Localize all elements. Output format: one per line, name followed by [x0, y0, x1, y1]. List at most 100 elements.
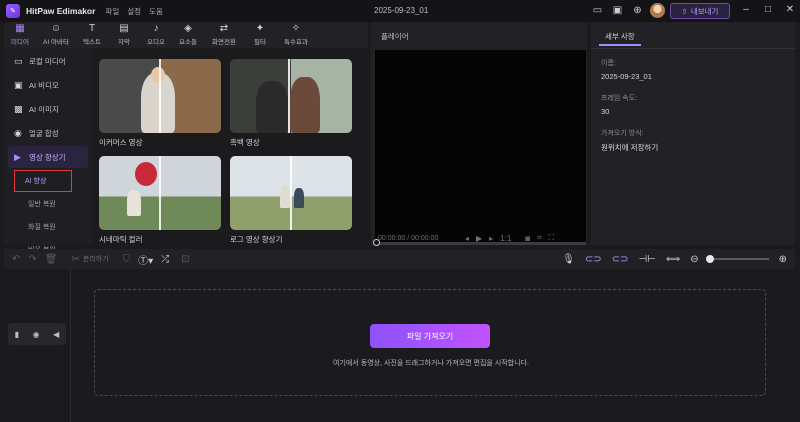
fullscreen-icon[interactable]: ⛶: [549, 233, 555, 243]
maximize-icon[interactable]: □: [762, 4, 774, 15]
thumbnail-figure: [294, 188, 304, 208]
tab-text-label: 텍스트: [83, 39, 101, 46]
split-label[interactable]: 분리하기: [83, 254, 109, 264]
zoom-knob[interactable]: [705, 255, 714, 263]
tab-filter-label: 필터: [254, 39, 266, 46]
tab-transition-label: 화면전환: [212, 39, 236, 46]
tab-subtitle[interactable]: ▤ 자막: [108, 22, 140, 48]
nav-face-swap[interactable]: ◉ 얼굴 합성: [8, 122, 88, 144]
card-label: 이커머스 영상: [99, 138, 143, 147]
link-icon[interactable]: ⊂⊃: [612, 254, 629, 265]
sub-item-general-restore[interactable]: 일반 복원: [22, 193, 88, 215]
speed-selector[interactable]: 1:1: [500, 234, 511, 243]
detail-import-mode-label: 가져오기 방식:: [601, 130, 644, 137]
menu-help[interactable]: 도움: [149, 6, 163, 17]
nav-local-media[interactable]: ▭ 로컬 미디어: [8, 50, 88, 72]
enhancer-icon: ▶: [14, 151, 21, 162]
tab-effects[interactable]: ✧ 특수효과: [276, 22, 316, 48]
delete-icon[interactable]: 🗑: [45, 254, 58, 265]
microphone-icon[interactable]: 🎙: [562, 254, 575, 265]
player-screen[interactable]: [375, 50, 586, 242]
card-label: 로그 영상 향상기: [230, 235, 283, 244]
tab-media[interactable]: ▦ 미디어: [4, 22, 36, 48]
nav-ai-image[interactable]: ▩ AI 이미지: [8, 98, 88, 120]
crop-icon[interactable]: ⤮: [161, 254, 169, 265]
track-lock-icon[interactable]: ▮: [15, 330, 19, 339]
nav-ai-video[interactable]: ▣ AI 비디오: [8, 74, 88, 96]
timeline-body: ▮ ◉ ◀ 파일 가져오기 여기에서 동영상, 사진을 드래그하거나 가져오면 …: [4, 269, 795, 422]
nav-ai-video-label: AI 비디오: [29, 80, 59, 90]
menu-settings[interactable]: 설정: [127, 6, 141, 17]
app-name: HitPaw Edimakor: [26, 6, 96, 16]
feedback-icon[interactable]: ▭: [590, 3, 605, 18]
detail-frame-rate-value: 30: [601, 107, 610, 116]
scissors-icon[interactable]: ✂: [71, 254, 79, 265]
thumbnail-figure: [290, 77, 320, 133]
tab-ai-avatar-label: AI 아바타: [43, 39, 69, 46]
timeline-right-tools: 🎙 ⊂⊃ ⊂⊃ ⊣⊢ ⟺ ⊖ ⊕: [562, 249, 787, 269]
tab-subtitle-label: 자막: [118, 39, 130, 46]
text-icon: T: [88, 23, 96, 34]
fit-icon[interactable]: ⌗: [537, 233, 542, 243]
tab-effects-label: 특수효과: [284, 39, 308, 46]
media-card[interactable]: 시네마틱 컬러: [99, 156, 221, 245]
snapshot-icon[interactable]: ◙: [525, 234, 530, 243]
tab-elements[interactable]: ◈ 요소들: [172, 22, 204, 48]
thumbnail-split: [159, 156, 161, 230]
card-thumbnail: [99, 156, 221, 230]
prev-frame-icon[interactable]: ◂: [465, 234, 469, 243]
close-icon[interactable]: ✕: [784, 4, 796, 15]
tab-transition[interactable]: ⇄ 화면전환: [204, 22, 244, 48]
sub-item-ai-enhance[interactable]: AI 향상: [14, 170, 72, 192]
nav-video-enhancer[interactable]: ▶ 영상 향상기: [8, 146, 88, 168]
track-header: ▮ ◉ ◀: [8, 323, 66, 345]
zoom-in-icon[interactable]: ⊕: [779, 254, 787, 265]
elements-icon: ◈: [184, 23, 192, 34]
text-tool-icon[interactable]: Ⓣ▾: [138, 252, 153, 267]
tab-text[interactable]: T 텍스트: [76, 22, 108, 48]
split-track-icon[interactable]: ⊣⊢: [638, 254, 655, 265]
message-icon[interactable]: ▣: [610, 3, 625, 18]
undo-icon[interactable]: ↶: [12, 254, 20, 265]
export-button[interactable]: ⇧ 내보내기: [670, 3, 730, 19]
thumbnail-figure: [127, 190, 141, 216]
track-visibility-icon[interactable]: ◉: [33, 330, 40, 339]
import-file-button[interactable]: 파일 가져오기: [370, 324, 490, 348]
folder-icon: ▭: [14, 55, 23, 66]
media-card[interactable]: 로그 영상 향상기: [230, 156, 352, 245]
freeze-icon[interactable]: ⊡: [181, 254, 189, 265]
player-panel: 플레이어: [371, 22, 587, 246]
tab-filter[interactable]: ✦ 필터: [244, 22, 276, 48]
minimize-icon[interactable]: –: [740, 4, 752, 15]
thumbnail-split: [290, 156, 292, 230]
timeline-dropzone[interactable]: 파일 가져오기 여기에서 동영상, 사진을 드래그하거나 가져오면 편집을 시작…: [94, 289, 766, 396]
detail-import-mode-value: 원위치에 저장하기: [601, 143, 659, 152]
avatar-icon: ☺: [50, 23, 62, 34]
tab-details[interactable]: 세부 사항: [599, 28, 641, 46]
card-thumbnail: [99, 59, 221, 133]
nav-face-swap-label: 얼굴 합성: [29, 128, 59, 138]
play-icon[interactable]: ▶: [476, 234, 482, 243]
redo-icon[interactable]: ↷: [28, 254, 36, 265]
detail-name: 이름: 2025-09-23_01: [601, 58, 652, 81]
tab-audio[interactable]: ♪ 오디오: [140, 22, 172, 48]
zoom-out-icon[interactable]: ⊖: [690, 254, 698, 265]
app-logo-icon: ✎: [6, 4, 20, 18]
export-label: 내보내기: [690, 6, 719, 16]
media-card[interactable]: 흑백 영상: [230, 59, 352, 148]
menu-file[interactable]: 파일: [105, 6, 119, 17]
tab-ai-avatar[interactable]: ☺ AI 아바타: [36, 22, 76, 48]
track-audio-icon[interactable]: ◀: [53, 330, 59, 339]
sub-item-quality-restore[interactable]: 화질 복원: [22, 216, 88, 238]
details-panel: 세부 사항 이름: 2025-09-23_01 프레임 속도: 30 가져오기 …: [591, 22, 795, 245]
magnet-icon[interactable]: ⊂⊃: [585, 254, 602, 265]
thumbnail-balloons: [135, 162, 157, 186]
next-frame-icon[interactable]: ▸: [489, 234, 493, 243]
avatar[interactable]: [650, 3, 665, 18]
media-card[interactable]: 이커머스 영상: [99, 59, 221, 148]
zoom-slider[interactable]: [705, 255, 769, 263]
shield-icon[interactable]: ⛉: [123, 254, 131, 265]
download-icon[interactable]: ⊕: [630, 3, 645, 18]
title-bar: ✎ HitPaw Edimakor 파일 설정 도움 2025-09-23_01…: [0, 0, 800, 22]
fit-timeline-icon[interactable]: ⟺: [666, 254, 680, 265]
